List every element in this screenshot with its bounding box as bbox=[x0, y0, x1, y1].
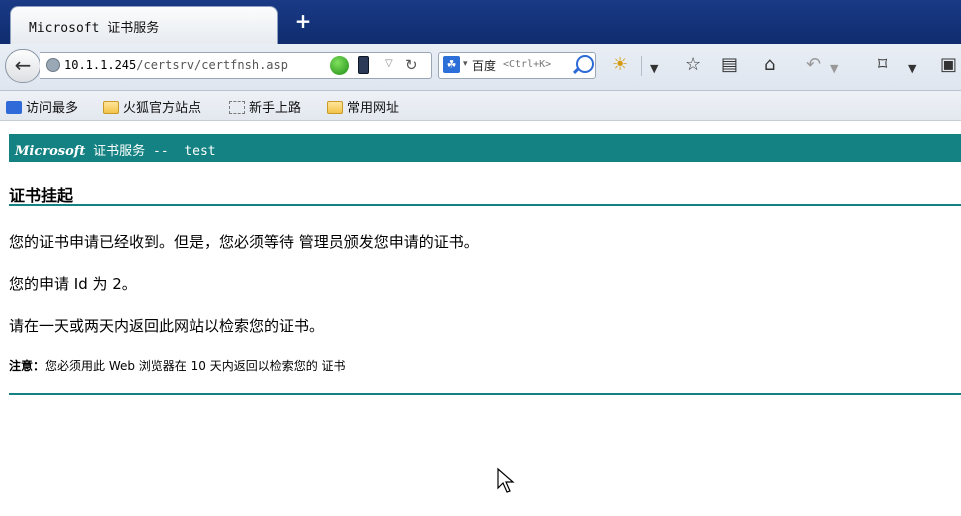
reload-icon[interactable]: ↻ bbox=[405, 56, 418, 74]
page-icon bbox=[229, 101, 245, 114]
search-icon[interactable] bbox=[576, 55, 594, 73]
message-received: 您的证书申请已经收到。但是，您必须等待 管理员颁发您申请的证书。 bbox=[9, 233, 479, 251]
bookmark-common-sites[interactable]: 常用网址 bbox=[327, 97, 399, 116]
back-button[interactable]: ← bbox=[5, 49, 41, 83]
url-host: 10.1.1.245 bbox=[64, 58, 137, 72]
url-text: 10.1.1.245/certsrv/certfnsh.asp bbox=[64, 58, 288, 72]
folder-icon bbox=[103, 101, 119, 114]
search-bar[interactable]: ☘ ▾ 百度 <Ctrl+K> bbox=[438, 52, 596, 79]
browser-tab[interactable]: Microsoft 证书服务 bbox=[10, 6, 278, 44]
search-folder-icon bbox=[6, 101, 22, 114]
mobile-icon[interactable] bbox=[358, 56, 369, 74]
mouse-pointer-icon bbox=[497, 467, 515, 493]
bookmarks-bar: 访问最多 火狐官方站点 新手上路 常用网址 bbox=[0, 91, 961, 121]
folder-icon bbox=[327, 101, 343, 114]
tab-bar: Microsoft 证书服务 + bbox=[0, 0, 961, 44]
bookmark-getting-started[interactable]: 新手上路 bbox=[229, 97, 301, 116]
note-label: 注意： bbox=[9, 359, 46, 373]
screenshot-dropdown-icon[interactable]: ▼ bbox=[908, 58, 916, 80]
tab-title: Microsoft 证书服务 bbox=[29, 21, 160, 36]
search-input[interactable]: <Ctrl+K> bbox=[503, 59, 571, 70]
search-engine-dropdown-icon[interactable]: ▾ bbox=[463, 59, 468, 69]
addon-dropdown-icon[interactable]: ▼ bbox=[650, 58, 658, 80]
bookmark-label: 新手上路 bbox=[249, 101, 302, 116]
url-path: /certsrv/certfnsh.asp bbox=[136, 58, 288, 72]
undo-dropdown-icon[interactable]: ▼ bbox=[830, 58, 838, 80]
page-content: Microsoft 证书服务 -- test 证书挂起 您的证书申请已经收到。但… bbox=[0, 121, 961, 516]
navigation-bar: ← 10.1.1.245/certsrv/certfnsh.asp ▽ ↻ ☘ … bbox=[0, 44, 961, 91]
address-bar[interactable]: 10.1.1.245/certsrv/certfnsh.asp ▽ ↻ bbox=[40, 52, 432, 79]
baidu-paw-icon[interactable]: ☘ bbox=[443, 56, 460, 73]
home-icon[interactable]: ⌂ bbox=[764, 54, 775, 76]
page-title: 证书挂起 bbox=[9, 186, 74, 205]
bookmark-firefox-site[interactable]: 火狐官方站点 bbox=[103, 97, 201, 116]
new-tab-button[interactable]: + bbox=[293, 11, 313, 32]
window-icon[interactable]: ▣ bbox=[940, 54, 957, 76]
bookmark-label: 常用网址 bbox=[347, 101, 400, 116]
banner-text: Microsoft 证书服务 -- test bbox=[15, 140, 216, 159]
back-arrow-icon: ← bbox=[14, 53, 32, 77]
note-text: 您必须用此 Web 浏览器在 10 天内返回以检索您的 证书 bbox=[45, 359, 346, 373]
bookmark-label: 访问最多 bbox=[26, 101, 79, 116]
go-icon[interactable] bbox=[330, 56, 349, 75]
divider bbox=[9, 204, 961, 206]
bookmarks-menu-icon[interactable]: ▤ bbox=[721, 54, 738, 76]
return-instructions: 请在一天或两天内返回此网站以检索您的证书。 bbox=[9, 317, 325, 335]
request-id-text: 您的申请 Id 为 2。 bbox=[9, 275, 137, 293]
undo-icon[interactable]: ↶ bbox=[806, 54, 821, 76]
divider bbox=[9, 393, 961, 395]
banner-title: 证书服务 -- test bbox=[85, 144, 216, 159]
bookmark-label: 火狐官方站点 bbox=[123, 101, 202, 116]
globe-icon bbox=[46, 58, 60, 72]
screenshot-icon[interactable]: ⌑ bbox=[878, 54, 887, 76]
search-engine-label: 百度 bbox=[472, 59, 497, 73]
dropdown-icon[interactable]: ▽ bbox=[385, 58, 393, 69]
note: 注意：您必须用此 Web 浏览器在 10 天内返回以检索您的 证书 bbox=[9, 357, 346, 374]
toolbar-separator bbox=[641, 56, 642, 76]
bookmark-most-visited[interactable]: 访问最多 bbox=[6, 97, 78, 116]
header-banner: Microsoft 证书服务 -- test bbox=[9, 134, 961, 162]
bookmark-star-icon[interactable]: ☆ bbox=[685, 54, 701, 76]
banner-brand: Microsoft bbox=[15, 144, 86, 159]
addon-icon[interactable]: ☀ bbox=[612, 54, 628, 76]
